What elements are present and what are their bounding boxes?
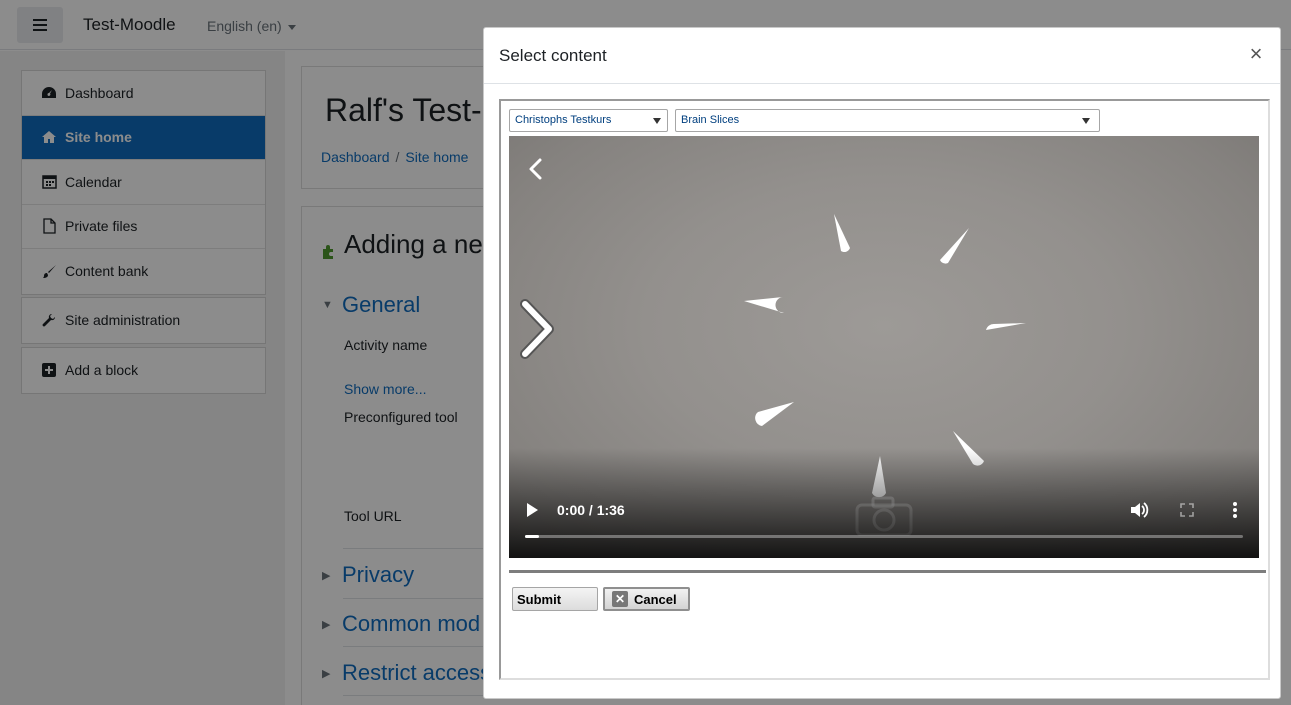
content-select[interactable]: Brain Slices [675,109,1100,132]
course-select[interactable]: Christophs Testkurs [509,109,668,132]
course-select-value: Christophs Testkurs [515,114,612,126]
video-player[interactable]: 0:00 / 1:36 [509,136,1259,558]
close-icon[interactable]: × [1246,42,1266,66]
chevron-right-icon[interactable] [517,298,557,360]
dropdown-arrow-icon [1082,118,1090,124]
fullscreen-icon[interactable] [1179,502,1195,518]
content-selector-frame: Christophs Testkurs Brain Slices 0:00 / … [499,99,1270,680]
chevron-left-icon[interactable] [521,154,551,184]
video-progress-bar[interactable] [525,535,1243,538]
dropdown-arrow-icon [653,118,661,124]
play-icon[interactable] [525,502,539,518]
modal-title: Select content [499,46,607,65]
cancel-button-label: Cancel [634,591,677,607]
video-time: 0:00 / 1:36 [557,502,625,518]
video-progress-fill [525,535,540,538]
content-select-value: Brain Slices [681,114,740,126]
form-divider [509,570,1266,573]
volume-icon[interactable] [1129,500,1149,520]
cancel-x-icon: ✕ [612,591,628,607]
modal-header: Select content × [484,28,1280,84]
more-options-icon[interactable] [1231,501,1239,519]
cancel-button[interactable]: ✕ Cancel [603,587,690,611]
submit-button[interactable]: Submit [512,587,598,611]
select-content-modal: Select content × Christophs Testkurs Bra… [483,27,1281,699]
